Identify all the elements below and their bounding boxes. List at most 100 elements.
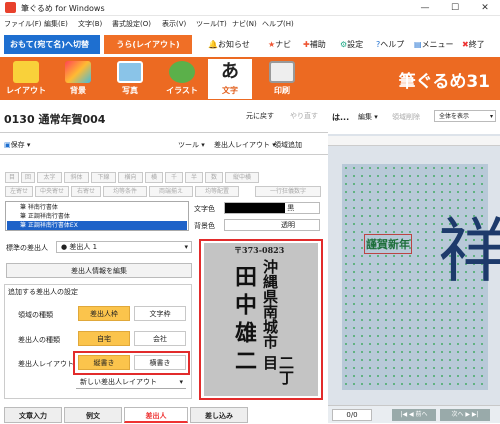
fmt-frame-button[interactable]: 回 — [21, 172, 35, 183]
illust-button[interactable]: イラスト — [160, 59, 204, 99]
menu-help[interactable]: ヘルプ(H) — [262, 19, 294, 29]
menu-button[interactable]: ▤メニュー — [414, 39, 454, 50]
brand-logo: 筆ぐるめ31 — [398, 72, 490, 92]
one-line-number-button[interactable]: 一行狂儀数字 — [255, 186, 321, 197]
number-button[interactable]: 数 — [205, 172, 223, 183]
home-option[interactable]: 自宅 — [78, 331, 130, 346]
sender-type-label: 差出人の種類 — [18, 336, 60, 344]
sender-layout-dropdown[interactable]: 差出人レイアウト ▾ — [214, 140, 276, 150]
preview-zip: 〒373-0823 — [234, 245, 285, 255]
edit-sender-button[interactable]: 差出人情報を編集 — [6, 263, 192, 278]
exit-icon: ✖ — [462, 40, 469, 49]
sender-frame-option[interactable]: 差出人枠 — [78, 306, 130, 321]
layout-button[interactable]: レイアウト — [4, 59, 48, 99]
underline-button[interactable]: 下線 — [91, 172, 116, 183]
horizontal-option[interactable]: 横書き — [134, 355, 186, 370]
menu-format[interactable]: 書式設定(O) — [112, 19, 151, 29]
font-item[interactable]: 筆 祥南行書体 — [7, 203, 187, 212]
default-sender-label: 標準の差出人 — [6, 244, 48, 252]
wrench-icon: ✚ — [303, 40, 310, 49]
card-greeting[interactable]: 謹賀新年 — [364, 234, 412, 254]
text-button[interactable]: あ文字 — [208, 59, 252, 99]
card-toolbar: は... 編集 ▾ 領域削除 全体を表示 ▾ — [328, 100, 500, 134]
close-button[interactable]: ✕ — [470, 1, 500, 15]
help-button[interactable]: ?ヘルプ — [376, 39, 404, 50]
fmt-mark-button[interactable]: 目 — [5, 172, 19, 183]
edit-dropdown[interactable]: 編集 ▾ — [358, 112, 378, 122]
tab-examples[interactable]: 例文 — [64, 407, 122, 423]
minimize-button[interactable]: — — [410, 1, 440, 15]
next-button[interactable]: 次へ ▶ ▶| — [440, 409, 490, 421]
menu-edit[interactable]: 編集(E) — [44, 19, 68, 29]
rotate-button[interactable]: 横向 — [118, 172, 143, 183]
new-layout-select[interactable]: 新しい差出人レイアウト ▾ — [76, 377, 186, 389]
color-swatch — [225, 203, 285, 213]
layout-icon — [13, 61, 39, 83]
equal-spacing-button[interactable]: 均等条件 — [103, 186, 147, 197]
company-option[interactable]: 会社 — [134, 331, 186, 346]
exit-button[interactable]: ✖終了 — [462, 39, 485, 50]
menu-bar: ファイル(F) 編集(E) 文字(B) 書式設定(O) 表示(V) ツール(T)… — [0, 17, 500, 31]
maximize-button[interactable]: ☐ — [440, 1, 470, 15]
tate-chu-yoko-button[interactable]: 縦中横 — [225, 172, 259, 183]
print-button[interactable]: 印刷 — [260, 59, 304, 99]
menu-tools[interactable]: ツール(T) — [196, 19, 227, 29]
sender-settings-title: 追加する差出人の設定 — [8, 287, 78, 297]
menu-navi[interactable]: ナビ(N) — [232, 19, 257, 29]
vertical-option[interactable]: 縦書き — [78, 355, 130, 370]
settings-button[interactable]: ⚙設定 — [340, 39, 363, 50]
news-button[interactable]: 🔔お知らせ — [208, 39, 250, 50]
tab-front[interactable]: おもて(宛て名)へ切替 — [4, 35, 100, 54]
align-center-button[interactable]: 中央寄せ — [35, 186, 69, 197]
view-select[interactable]: 全体を表示 ▾ — [434, 110, 496, 122]
italic-button[interactable]: 斜体 — [64, 172, 89, 183]
illust-icon — [169, 61, 195, 83]
half-button[interactable]: 半 — [185, 172, 203, 183]
menu-file[interactable]: ファイル(F) — [4, 19, 42, 29]
bold-button[interactable]: 太字 — [37, 172, 62, 183]
area-delete-button[interactable]: 領域削除 — [392, 112, 420, 122]
justify-button[interactable]: 両端揃え — [149, 186, 193, 197]
prev-button[interactable]: |◀ ◀ 前へ — [392, 409, 436, 421]
thousand-button[interactable]: 千 — [165, 172, 183, 183]
assist-button[interactable]: ✚補助 — [303, 39, 326, 50]
tools-dropdown[interactable]: ツール ▾ — [178, 140, 205, 150]
preview-address-line1: 沖縄県南城市 — [261, 259, 279, 349]
preview-name: 田中雄二 — [231, 265, 257, 377]
menu-text[interactable]: 文字(B) — [78, 19, 102, 29]
undo-button[interactable]: 元に戻す — [246, 111, 274, 121]
add-area-button[interactable]: 領域追加 — [274, 140, 302, 150]
tab-sender[interactable]: 差出人 — [124, 407, 188, 423]
background-icon — [65, 61, 91, 83]
font-item[interactable]: 筆 正調祥南行書体 — [7, 212, 187, 221]
area-type-label: 領域の種類 — [18, 311, 53, 319]
photo-button[interactable]: 写真 — [108, 59, 152, 99]
background-button[interactable]: 背景 — [56, 59, 100, 99]
align-right-button[interactable]: 右寄せ — [71, 186, 101, 197]
menu-view[interactable]: 表示(V) — [162, 19, 186, 29]
bg-color-select[interactable]: 透明 — [224, 219, 320, 231]
horizontal-button[interactable]: 横 — [145, 172, 163, 183]
tab-merge[interactable]: 差し込み — [190, 407, 248, 423]
brush-calligraphy: 祥 — [438, 210, 500, 292]
save-button[interactable]: ▣保存 ▾ — [4, 140, 30, 150]
page-indicator: 0/0 — [332, 409, 372, 421]
tab-back[interactable]: うら(レイアウト) — [104, 35, 192, 54]
pager-bar: 0/0 |◀ ◀ 前へ 次へ ▶ ▶| — [328, 405, 500, 423]
preview-address-line2: 二丁目 — [261, 355, 295, 385]
sender-preview: 〒373-0823 沖縄県南城市 二丁目 田中雄二 — [204, 243, 318, 396]
default-sender-select[interactable]: ● 差出人 1 ▾ — [56, 241, 192, 253]
tab-text-input[interactable]: 文章入力 — [4, 407, 62, 423]
distribute-button[interactable]: 均等配置 — [195, 186, 239, 197]
card-canvas[interactable]: 謹賀新年 祥 — [342, 164, 500, 390]
navi-button[interactable]: ★ナビ — [268, 39, 291, 50]
font-list[interactable]: 筆 祥南行書体 筆 正調祥南行書体 筆 正調祥南行書体EX — [5, 201, 189, 231]
align-left-button[interactable]: 左寄せ — [5, 186, 33, 197]
font-item-selected[interactable]: 筆 正調祥南行書体EX — [7, 221, 187, 230]
redo-button[interactable]: やり直す — [290, 111, 318, 121]
text-frame-option[interactable]: 文字枠 — [134, 306, 186, 321]
card-panel-title: は... — [332, 113, 350, 122]
text-color-select[interactable]: 黒 — [224, 202, 320, 214]
top-nav: おもて(宛て名)へ切替 うら(レイアウト) 🔔お知らせ ★ナビ ✚補助 ⚙設定 … — [0, 31, 500, 57]
sender-layout-label: 差出人レイアウト — [18, 360, 74, 368]
